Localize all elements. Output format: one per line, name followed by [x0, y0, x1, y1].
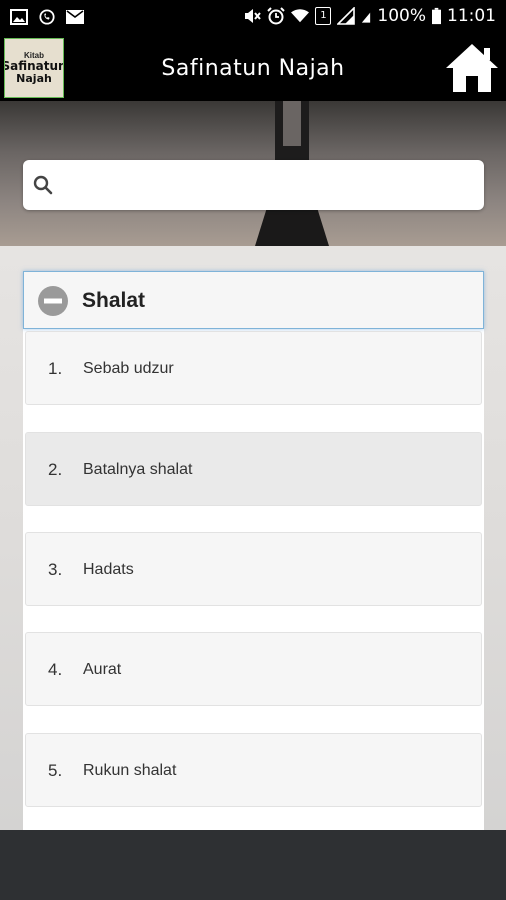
section-header[interactable]: Shalat	[23, 271, 484, 329]
item-number: 3.	[48, 560, 63, 579]
item-label: Hadats	[83, 561, 134, 578]
collapse-minus-icon[interactable]	[37, 285, 69, 317]
mute-icon	[245, 9, 262, 23]
list-item[interactable]: 5. Rukun shalat	[25, 733, 482, 807]
notification-icons	[10, 9, 84, 25]
email-icon	[66, 10, 84, 24]
item-label: Rukun shalat	[83, 762, 177, 779]
content-area: Shalat 1. Sebab udzur 2. Batalnya shalat…	[0, 246, 506, 830]
item-label: Sebab udzur	[83, 360, 174, 377]
item-number: 1.	[48, 359, 63, 378]
bottom-bar	[0, 830, 506, 900]
sim-slot-badge: 1	[315, 7, 332, 25]
wifi-icon	[291, 9, 310, 23]
search-icon	[33, 175, 53, 195]
section-title: Shalat	[82, 289, 146, 312]
signal-icon	[337, 7, 356, 25]
gallery-icon	[10, 9, 28, 25]
collapsible-section: Shalat 1. Sebab udzur 2. Batalnya shalat…	[23, 271, 484, 830]
search-box[interactable]	[23, 160, 484, 210]
system-status: 1 100% 11:01	[243, 6, 496, 26]
item-label: Batalnya shalat	[83, 461, 193, 478]
alarm-icon	[267, 7, 286, 25]
battery-icon	[432, 7, 441, 25]
item-number: 4.	[48, 660, 63, 679]
list-item[interactable]: 4. Aurat	[25, 632, 482, 706]
list-item[interactable]: 2. Batalnya shalat	[25, 432, 482, 506]
list-item[interactable]: 3. Hadats	[25, 532, 482, 606]
home-icon[interactable]	[444, 42, 500, 94]
item-number: 5.	[48, 761, 63, 780]
whatsapp-icon	[39, 9, 55, 25]
item-label: Aurat	[83, 661, 122, 678]
item-number: 2.	[48, 460, 63, 479]
clock: 11:01	[447, 6, 496, 26]
app-title: Safinatun Najah	[161, 56, 345, 81]
status-bar: 1 100% 11:01	[0, 0, 506, 36]
signal-icon-2	[362, 12, 371, 23]
list-item[interactable]: 1. Sebab udzur	[25, 331, 482, 405]
battery-percent: 100%	[377, 6, 426, 26]
search-input[interactable]	[63, 168, 477, 204]
app-bar: Kitab Safinatun Najah Safinatun Najah	[0, 36, 506, 101]
